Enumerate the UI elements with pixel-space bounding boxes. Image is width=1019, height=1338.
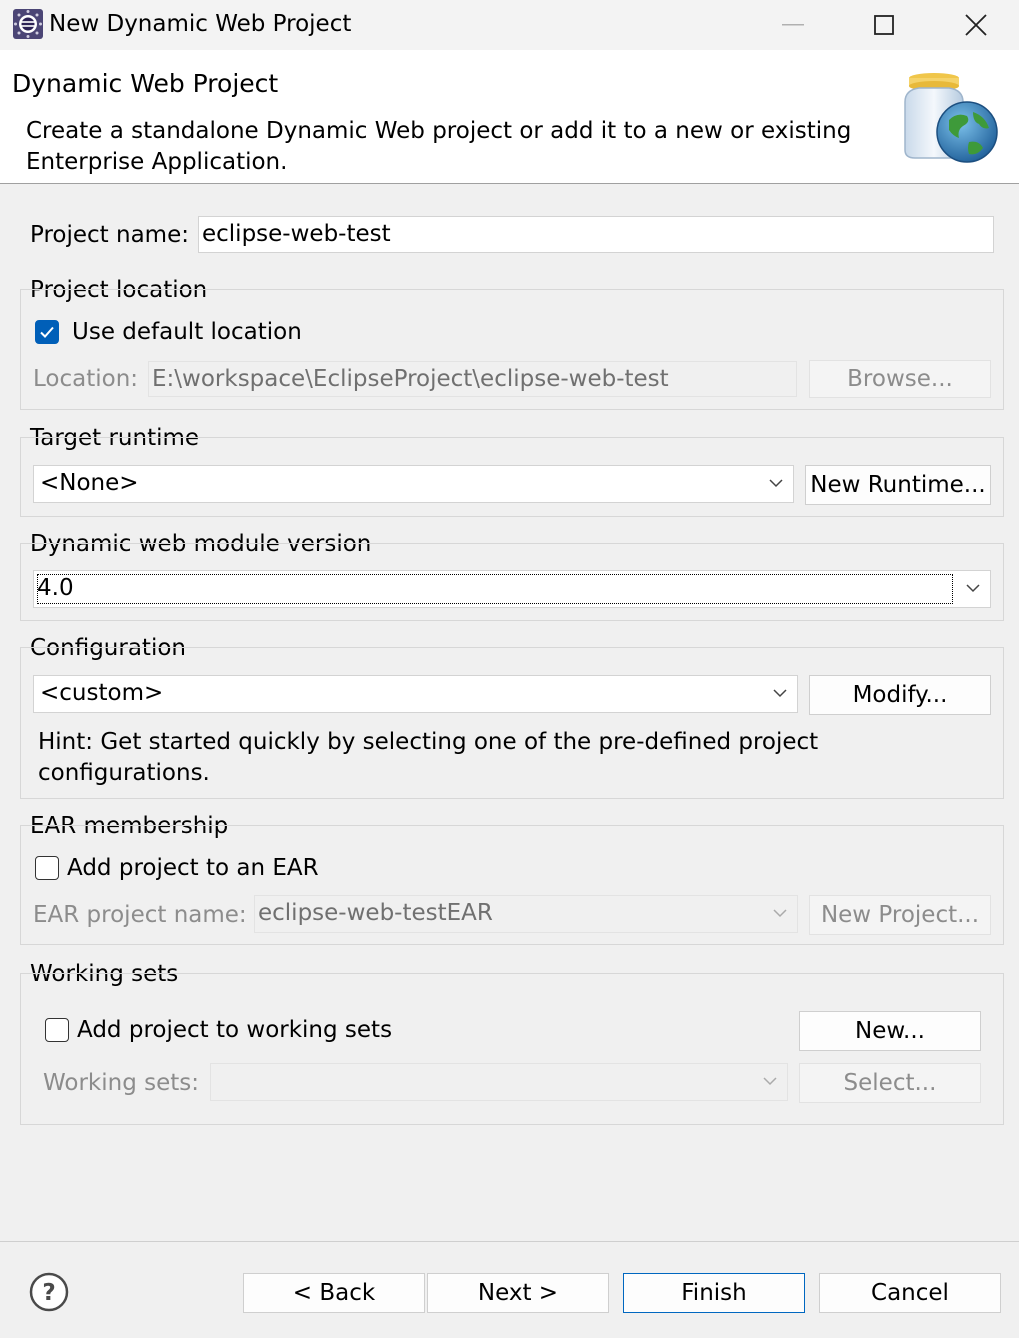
chevron-down-icon: [773, 909, 787, 918]
help-icon[interactable]: ?: [29, 1272, 69, 1312]
browse-button[interactable]: Browse...: [809, 360, 991, 398]
add-to-ear-label[interactable]: Add project to an EAR: [67, 854, 319, 882]
add-to-working-sets-label[interactable]: Add project to working sets: [77, 1016, 392, 1044]
close-window-button[interactable]: [930, 0, 1019, 50]
wizard-page-description: Create a standalone Dynamic Web project …: [26, 118, 852, 175]
new-ear-project-button[interactable]: New Project...: [809, 895, 991, 935]
working-sets-select[interactable]: [210, 1063, 788, 1101]
finish-button[interactable]: Finish: [623, 1273, 805, 1313]
eclipse-app-icon: [13, 9, 43, 39]
project-name-input[interactable]: eclipse-web-test: [198, 216, 994, 253]
chevron-down-icon: [773, 689, 787, 698]
new-runtime-button[interactable]: New Runtime...: [805, 465, 991, 505]
chevron-down-icon: [966, 584, 980, 593]
ear-project-name-value: eclipse-web-testEAR: [258, 900, 493, 926]
maximize-button[interactable]: [838, 0, 930, 50]
modify-button[interactable]: Modify...: [809, 675, 991, 715]
title-bar: New Dynamic Web Project: [0, 0, 1019, 50]
configuration-value: <custom>: [40, 680, 164, 706]
chevron-down-icon: [763, 1077, 777, 1086]
minimize-button[interactable]: [747, 0, 839, 50]
location-label: Location:: [33, 366, 139, 392]
web-project-banner-icon: [904, 73, 998, 163]
maximize-icon: [874, 15, 894, 35]
use-default-location-label[interactable]: Use default location: [72, 318, 302, 346]
back-button[interactable]: < Back: [243, 1273, 425, 1313]
minimize-icon: [782, 24, 804, 26]
svg-text:?: ?: [42, 1280, 55, 1306]
target-runtime-value: <None>: [40, 470, 139, 496]
add-to-ear-checkbox[interactable]: [35, 856, 59, 880]
module-version-focus: [37, 574, 953, 604]
wizard-page-title: Dynamic Web Project: [12, 69, 279, 98]
next-button[interactable]: Next >: [427, 1273, 609, 1313]
working-sets-label: Working sets:: [43, 1070, 200, 1096]
use-default-location-checkbox[interactable]: [35, 320, 59, 344]
configuration-hint: Hint: Get started quickly by selecting o…: [38, 729, 819, 786]
target-runtime-select[interactable]: <None>: [33, 465, 794, 503]
chevron-down-icon: [769, 479, 783, 488]
footer-separator: [0, 1241, 1019, 1242]
location-input[interactable]: E:\workspace\EclipseProject\eclipse-web-…: [148, 361, 797, 397]
ear-project-name-label: EAR project name:: [33, 902, 247, 928]
project-name-label: Project name:: [30, 222, 189, 248]
module-version-value: 4.0: [37, 575, 74, 601]
window-title: New Dynamic Web Project: [49, 11, 352, 37]
configuration-select[interactable]: <custom>: [33, 675, 798, 713]
close-icon: [965, 14, 987, 36]
module-version-select[interactable]: 4.0: [33, 570, 991, 608]
ear-project-name-select[interactable]: eclipse-web-testEAR: [254, 895, 798, 933]
wizard-header: Dynamic Web Project Create a standalone …: [0, 50, 1019, 184]
cancel-button[interactable]: Cancel: [819, 1273, 1001, 1313]
select-working-sets-button[interactable]: Select...: [799, 1063, 981, 1103]
checkmark-icon: [40, 326, 54, 338]
new-working-set-button[interactable]: New...: [799, 1011, 981, 1051]
add-to-working-sets-checkbox[interactable]: [45, 1018, 69, 1042]
